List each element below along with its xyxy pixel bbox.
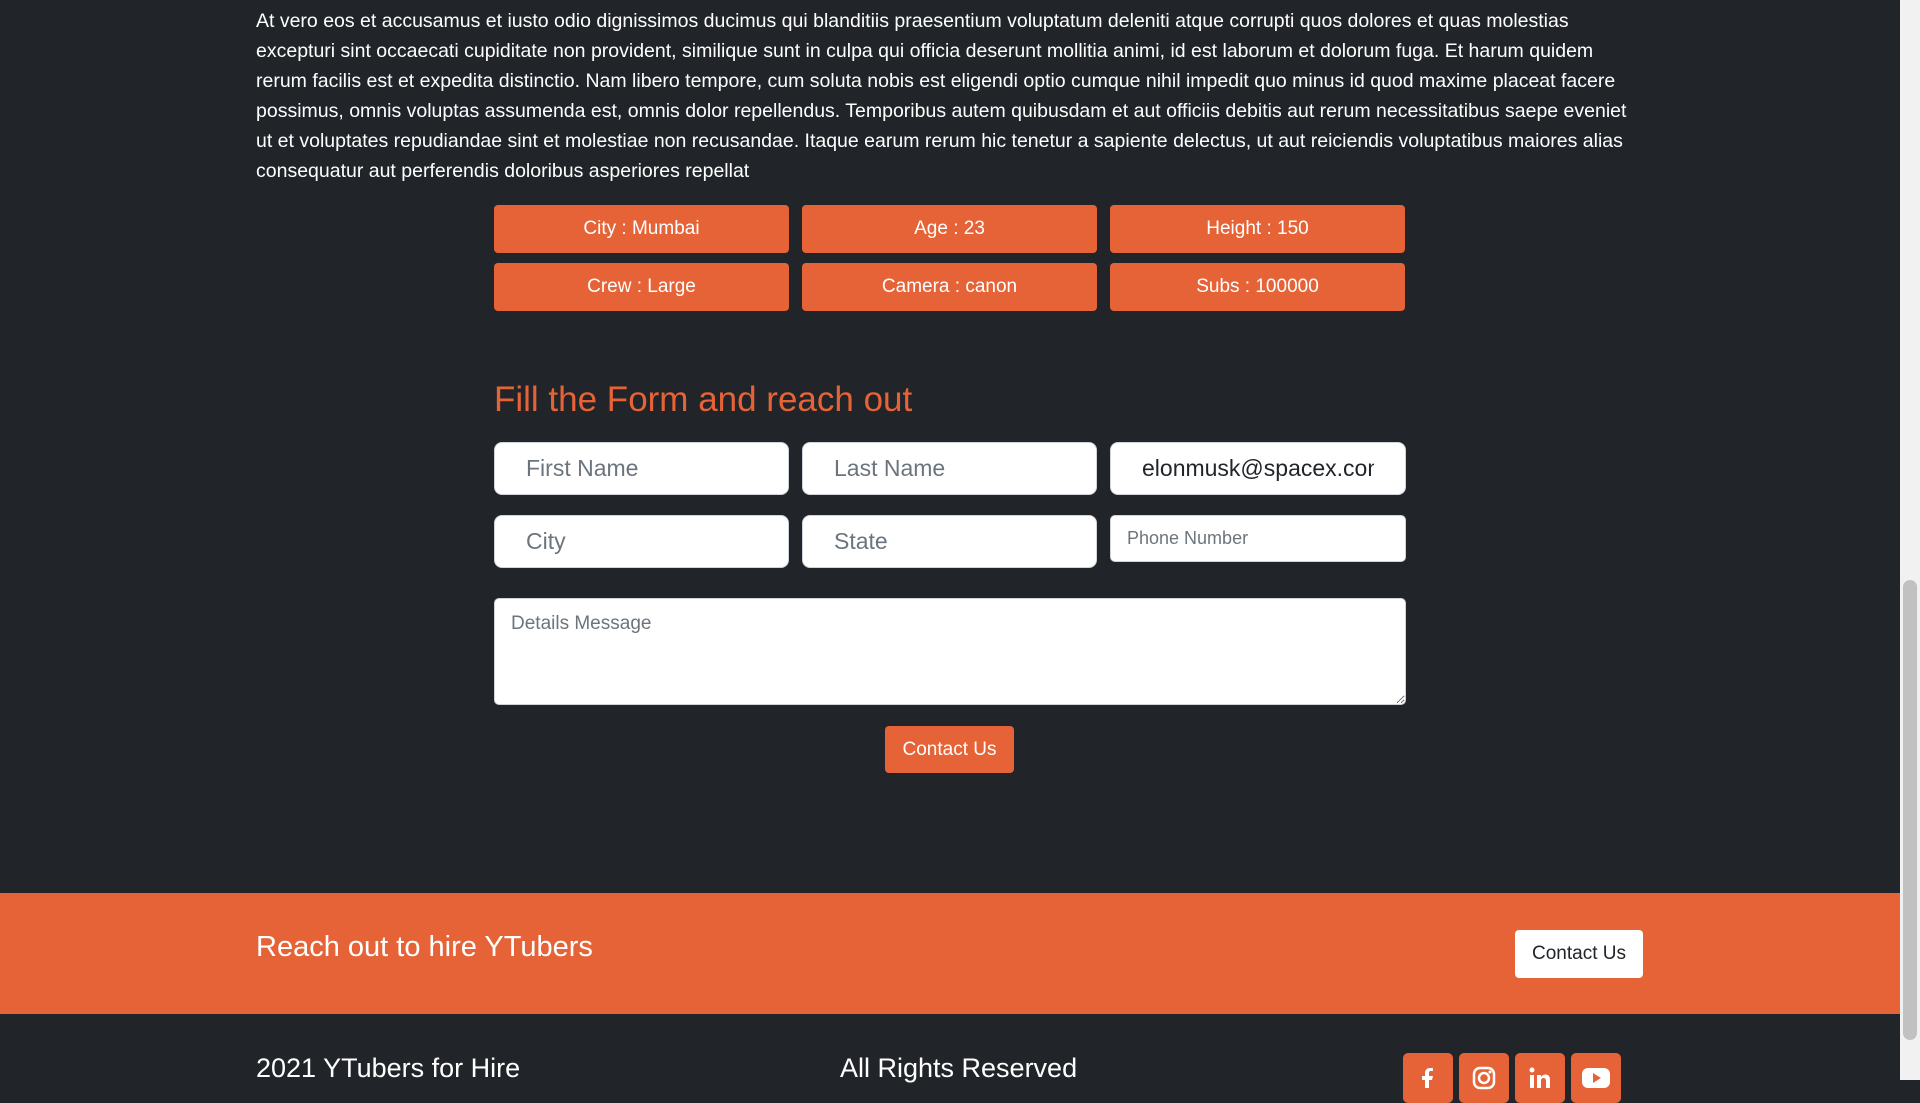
cta-band: Reach out to hire YTubers Contact Us — [0, 893, 1900, 1014]
last-name-field[interactable] — [802, 442, 1097, 495]
youtube-icon[interactable] — [1571, 1053, 1621, 1103]
cta-contact-button[interactable]: Contact Us — [1515, 930, 1643, 978]
message-field[interactable] — [494, 598, 1406, 705]
first-name-field[interactable] — [494, 442, 789, 495]
footer-rights: All Rights Reserved — [840, 1053, 1078, 1083]
cta-heading: Reach out to hire YTubers — [256, 931, 593, 963]
instagram-icon[interactable] — [1459, 1053, 1509, 1103]
city-field[interactable] — [494, 515, 789, 568]
intro-paragraph: At vero eos et accusamus et iusto odio d… — [256, 10, 1627, 182]
stat-height: Height : 150 — [1110, 205, 1405, 253]
state-field[interactable] — [802, 515, 1097, 568]
stat-crew: Crew : Large — [494, 263, 789, 311]
facebook-icon[interactable] — [1403, 1053, 1453, 1103]
stat-subs: Subs : 100000 — [1110, 263, 1405, 311]
footer-copyright: 2021 YTubers for Hire — [256, 1053, 521, 1083]
linkedin-icon[interactable] — [1515, 1053, 1565, 1103]
scrollbar-thumb[interactable] — [1903, 580, 1917, 1040]
stat-camera: Camera : canon — [802, 263, 1097, 311]
form-title: Fill the Form and reach out — [494, 380, 913, 419]
stat-city: City : Mumbai — [494, 205, 789, 253]
social-links — [1403, 1053, 1621, 1103]
contact-us-button[interactable]: Contact Us — [885, 726, 1014, 773]
phone-field[interactable] — [1110, 515, 1406, 562]
page-scrollbar[interactable] — [1900, 0, 1920, 1080]
email-field[interactable] — [1110, 442, 1406, 495]
stat-age: Age : 23 — [802, 205, 1097, 253]
stats-grid: City : Mumbai Age : 23 Height : 150 Crew… — [494, 205, 1406, 311]
